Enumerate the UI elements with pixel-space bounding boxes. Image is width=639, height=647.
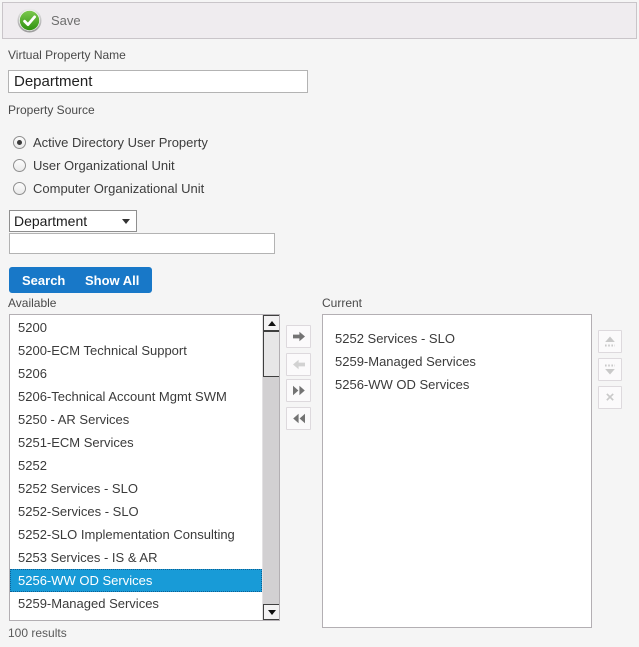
current-label: Current	[322, 296, 362, 310]
move-left-button[interactable]	[286, 353, 311, 376]
move-right-button[interactable]	[286, 325, 311, 348]
current-list-item[interactable]: 5256-WW OD Services	[323, 373, 591, 396]
list-item-label: 5252 Services - SLO	[335, 331, 455, 346]
move-up-button[interactable]	[598, 330, 622, 353]
list-item-label: 5206	[18, 366, 47, 381]
available-listbox[interactable]: 5200 5200-ECM Technical Support 5206 520…	[9, 314, 280, 621]
move-up-icon	[603, 335, 617, 348]
remove-button[interactable]: ×	[598, 386, 622, 409]
available-label: Available	[8, 296, 56, 310]
radio-option[interactable]: Active Directory User Property	[13, 131, 208, 154]
scroll-down-icon	[268, 610, 276, 615]
scroll-up-button[interactable]	[263, 315, 280, 331]
list-item-label: 5259-Managed Services	[335, 354, 476, 369]
move-down-button[interactable]	[598, 358, 622, 381]
virtual-property-editor: Save Virtual Property Name Property Sour…	[0, 0, 639, 647]
available-list-item[interactable]: 5250 - AR Services	[10, 408, 262, 431]
list-item-label: 5251-ECM Services	[18, 435, 134, 450]
available-list-item[interactable]: 5253 Services - IS & AR	[10, 546, 262, 569]
property-select[interactable]: Department	[9, 210, 137, 232]
move-all-left-button[interactable]	[286, 407, 311, 430]
save-button[interactable]: Save	[3, 8, 81, 33]
property-source-radio-group: Active Directory User Property User Orga…	[13, 131, 208, 200]
current-listbox[interactable]: 5252 Services - SLO 5259-Managed Service…	[322, 314, 592, 628]
move-down-icon	[603, 363, 617, 376]
available-list-item[interactable]: 5300	[10, 615, 262, 621]
available-list-item[interactable]: 5252-Services - SLO	[10, 500, 262, 523]
arrow-right-icon	[292, 331, 306, 342]
scroll-down-button[interactable]	[263, 604, 280, 620]
virtual-property-name-input[interactable]	[8, 70, 308, 93]
radio-option[interactable]: Computer Organizational Unit	[13, 177, 208, 200]
double-arrow-left-icon	[292, 413, 306, 424]
property-source-label: Property Source	[8, 103, 95, 117]
radio-button-icon	[13, 159, 26, 172]
current-list-item[interactable]: 5259-Managed Services	[323, 350, 591, 373]
available-list-item[interactable]: 5200	[10, 316, 262, 339]
save-check-icon	[17, 8, 42, 33]
available-list-item[interactable]: 5259-Managed Services	[10, 592, 262, 615]
radio-option[interactable]: User Organizational Unit	[13, 154, 208, 177]
list-item-label: 5200-ECM Technical Support	[18, 343, 187, 358]
list-item-label: 5300	[18, 619, 47, 621]
available-list-item[interactable]: 5256-WW OD Services	[10, 569, 262, 592]
radio-option-label: Active Directory User Property	[33, 135, 208, 150]
radio-button-icon	[13, 136, 26, 149]
scroll-up-icon	[268, 321, 276, 326]
available-list-item[interactable]: 5251-ECM Services	[10, 431, 262, 454]
results-count: 100 results	[8, 626, 67, 640]
list-item-label: 5250 - AR Services	[18, 412, 129, 427]
available-list-item[interactable]: 5252	[10, 454, 262, 477]
double-arrow-right-icon	[292, 385, 306, 396]
search-button[interactable]: Search	[9, 267, 78, 293]
radio-option-label: User Organizational Unit	[33, 158, 175, 173]
radio-button-icon	[13, 182, 26, 195]
save-button-label: Save	[51, 13, 81, 28]
available-list-item[interactable]: 5206	[10, 362, 262, 385]
list-item-label: 5256-WW OD Services	[18, 573, 152, 588]
arrow-left-icon	[292, 359, 306, 370]
list-item-label: 5252	[18, 458, 47, 473]
list-item-label: 5252 Services - SLO	[18, 481, 138, 496]
remove-x-icon: ×	[606, 390, 615, 405]
available-list-item[interactable]: 5206-Technical Account Mgmt SWM	[10, 385, 262, 408]
property-select-value: Department	[14, 213, 87, 229]
list-item-label: 5253 Services - IS & AR	[18, 550, 157, 565]
list-item-label: 5252-SLO Implementation Consulting	[18, 527, 235, 542]
list-item-label: 5252-Services - SLO	[18, 504, 139, 519]
list-item-label: 5206-Technical Account Mgmt SWM	[18, 389, 227, 404]
radio-option-label: Computer Organizational Unit	[33, 181, 204, 196]
scrollbar-thumb[interactable]	[263, 331, 280, 377]
show-all-button[interactable]: Show All	[72, 267, 152, 293]
toolbar: Save	[2, 2, 637, 39]
available-list-item[interactable]: 5252-SLO Implementation Consulting	[10, 523, 262, 546]
list-item-label: 5256-WW OD Services	[335, 377, 469, 392]
move-all-right-button[interactable]	[286, 379, 311, 402]
virtual-property-name-label: Virtual Property Name	[8, 48, 126, 62]
list-item-label: 5200	[18, 320, 47, 335]
available-list-item[interactable]: 5252 Services - SLO	[10, 477, 262, 500]
dropdown-arrow-icon	[122, 219, 130, 224]
available-list-item[interactable]: 5200-ECM Technical Support	[10, 339, 262, 362]
current-list-item[interactable]: 5252 Services - SLO	[323, 327, 591, 350]
search-filter-input[interactable]	[9, 233, 275, 254]
list-item-label: 5259-Managed Services	[18, 596, 159, 611]
available-scrollbar[interactable]	[262, 315, 279, 620]
